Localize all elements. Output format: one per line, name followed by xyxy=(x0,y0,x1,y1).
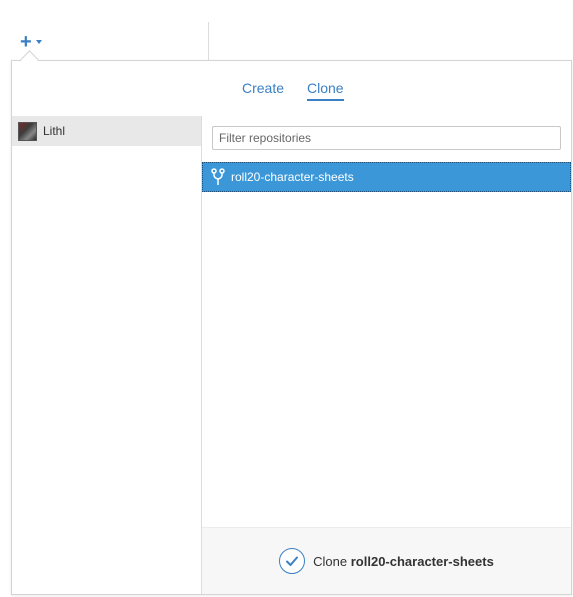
clone-target: roll20-character-sheets xyxy=(350,553,494,569)
avatar xyxy=(18,121,37,141)
tab-clone[interactable]: Clone xyxy=(307,80,344,101)
toolbar-divider xyxy=(208,22,209,60)
filter-repositories-input[interactable] xyxy=(212,126,561,150)
fork-icon xyxy=(211,168,225,185)
caret-down-icon xyxy=(35,40,42,44)
clone-footer: Clone roll20-character-sheets xyxy=(202,527,571,594)
repository-panel: roll20-character-sheets xyxy=(202,116,571,594)
tab-create[interactable]: Create xyxy=(242,80,284,96)
clone-button[interactable]: Clone roll20-character-sheets xyxy=(279,548,494,574)
add-repository-button[interactable]: + xyxy=(20,31,42,53)
sidebar-item-lithl[interactable]: Lithl xyxy=(12,116,201,146)
checkmark-icon xyxy=(279,548,306,574)
sidebar-item-label: Lithl xyxy=(43,124,66,138)
add-repository-popover: Create Clone Lithl roll20-character-shee… xyxy=(11,60,572,595)
clone-prefix: Clone xyxy=(313,553,348,569)
plus-icon: + xyxy=(20,31,32,53)
repository-list-item[interactable]: roll20-character-sheets xyxy=(202,162,571,192)
repository-name: roll20-character-sheets xyxy=(231,170,354,184)
tab-bar: Create Clone xyxy=(12,61,571,116)
account-sidebar: Lithl xyxy=(12,116,202,594)
clone-button-label: Clone roll20-character-sheets xyxy=(313,554,494,569)
